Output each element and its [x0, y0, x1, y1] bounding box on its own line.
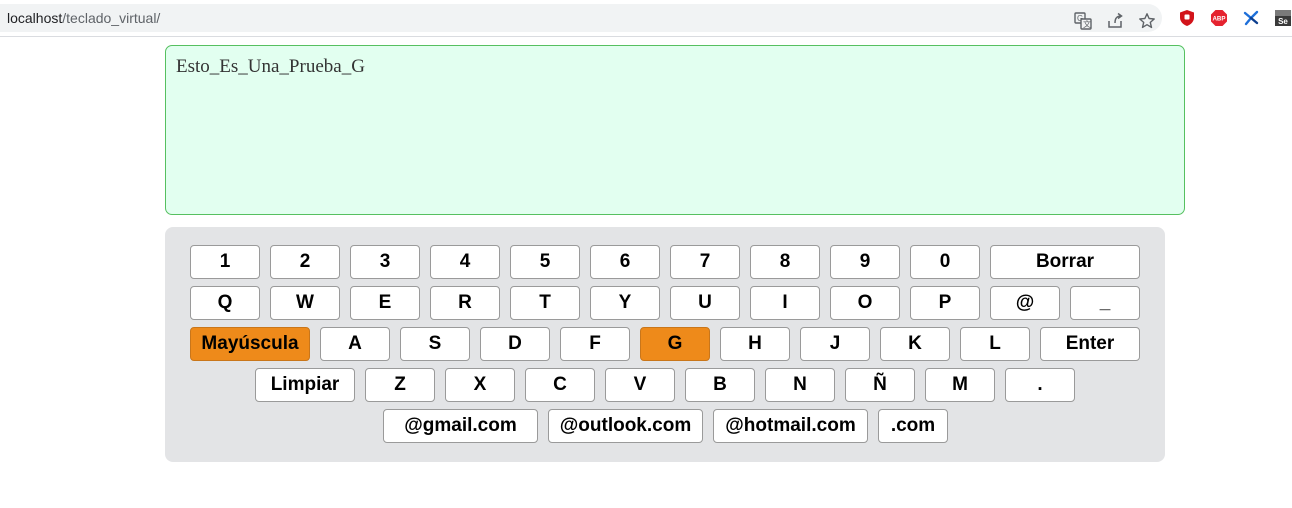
- key-h[interactable]: H: [720, 327, 790, 361]
- translate-icon[interactable]: G 文: [1074, 12, 1092, 30]
- hotmail-shortcut-key[interactable]: @hotmail.com: [713, 409, 868, 443]
- url-path: /teclado_virtual/: [62, 10, 161, 26]
- key-1[interactable]: 1: [190, 245, 260, 279]
- key-6[interactable]: 6: [590, 245, 660, 279]
- key-p[interactable]: P: [910, 286, 980, 320]
- key-c[interactable]: C: [525, 368, 595, 402]
- key-e[interactable]: E: [350, 286, 420, 320]
- virtual-keyboard: 1 2 3 4 5 6 7 8 9 0 Borrar Q W E R T Y U…: [165, 227, 1165, 462]
- typed-text: Esto_Es_Una_Prueba_G: [176, 56, 365, 77]
- key-4[interactable]: 4: [430, 245, 500, 279]
- key-s[interactable]: S: [400, 327, 470, 361]
- key-at[interactable]: @: [990, 286, 1060, 320]
- key-underscore[interactable]: _: [1070, 286, 1140, 320]
- selenium-icon[interactable]: Se: [1274, 9, 1292, 27]
- gmail-shortcut-key[interactable]: @gmail.com: [383, 409, 538, 443]
- url-host: localhost: [7, 10, 63, 26]
- dotcom-shortcut-key[interactable]: .com: [878, 409, 948, 443]
- key-u[interactable]: U: [670, 286, 740, 320]
- key-x[interactable]: X: [445, 368, 515, 402]
- svg-text:Se: Se: [1278, 17, 1288, 26]
- enter-key[interactable]: Enter: [1040, 327, 1140, 361]
- key-w[interactable]: W: [270, 286, 340, 320]
- key-l[interactable]: L: [960, 327, 1030, 361]
- key-k[interactable]: K: [880, 327, 950, 361]
- key-z[interactable]: Z: [365, 368, 435, 402]
- key-f[interactable]: F: [560, 327, 630, 361]
- key-n[interactable]: N: [765, 368, 835, 402]
- key-j[interactable]: J: [800, 327, 870, 361]
- outlook-shortcut-key[interactable]: @outlook.com: [548, 409, 703, 443]
- text-output-area[interactable]: Esto_Es_Una_Prueba_G: [165, 45, 1185, 215]
- ublock-icon[interactable]: [1178, 9, 1196, 27]
- shift-key[interactable]: Mayúscula: [190, 327, 310, 361]
- key-9[interactable]: 9: [830, 245, 900, 279]
- key-0[interactable]: 0: [910, 245, 980, 279]
- key-3[interactable]: 3: [350, 245, 420, 279]
- share-icon[interactable]: [1106, 12, 1124, 30]
- key-a[interactable]: A: [320, 327, 390, 361]
- key-y[interactable]: Y: [590, 286, 660, 320]
- key-m[interactable]: M: [925, 368, 995, 402]
- key-g[interactable]: G: [640, 327, 710, 361]
- key-8[interactable]: 8: [750, 245, 820, 279]
- svg-text:文: 文: [1083, 19, 1091, 29]
- backspace-key[interactable]: Borrar: [990, 245, 1140, 279]
- browser-toolbar: localhost/teclado_virtual/ G 文 ABP Se: [0, 0, 1292, 37]
- key-t[interactable]: T: [510, 286, 580, 320]
- svg-text:ABP: ABP: [1212, 16, 1225, 23]
- key-enye[interactable]: Ñ: [845, 368, 915, 402]
- star-icon[interactable]: [1138, 12, 1156, 30]
- puzzle-extension-icon[interactable]: [1242, 9, 1260, 27]
- address-bar[interactable]: localhost/teclado_virtual/ G 文: [0, 4, 1162, 32]
- clear-key[interactable]: Limpiar: [255, 368, 355, 402]
- key-7[interactable]: 7: [670, 245, 740, 279]
- key-period[interactable]: .: [1005, 368, 1075, 402]
- key-r[interactable]: R: [430, 286, 500, 320]
- key-o[interactable]: O: [830, 286, 900, 320]
- key-i[interactable]: I: [750, 286, 820, 320]
- key-5[interactable]: 5: [510, 245, 580, 279]
- key-q[interactable]: Q: [190, 286, 260, 320]
- url-text[interactable]: localhost/teclado_virtual/: [7, 10, 160, 26]
- key-d[interactable]: D: [480, 327, 550, 361]
- key-b[interactable]: B: [685, 368, 755, 402]
- key-v[interactable]: V: [605, 368, 675, 402]
- adblock-plus-icon[interactable]: ABP: [1210, 9, 1228, 27]
- key-2[interactable]: 2: [270, 245, 340, 279]
